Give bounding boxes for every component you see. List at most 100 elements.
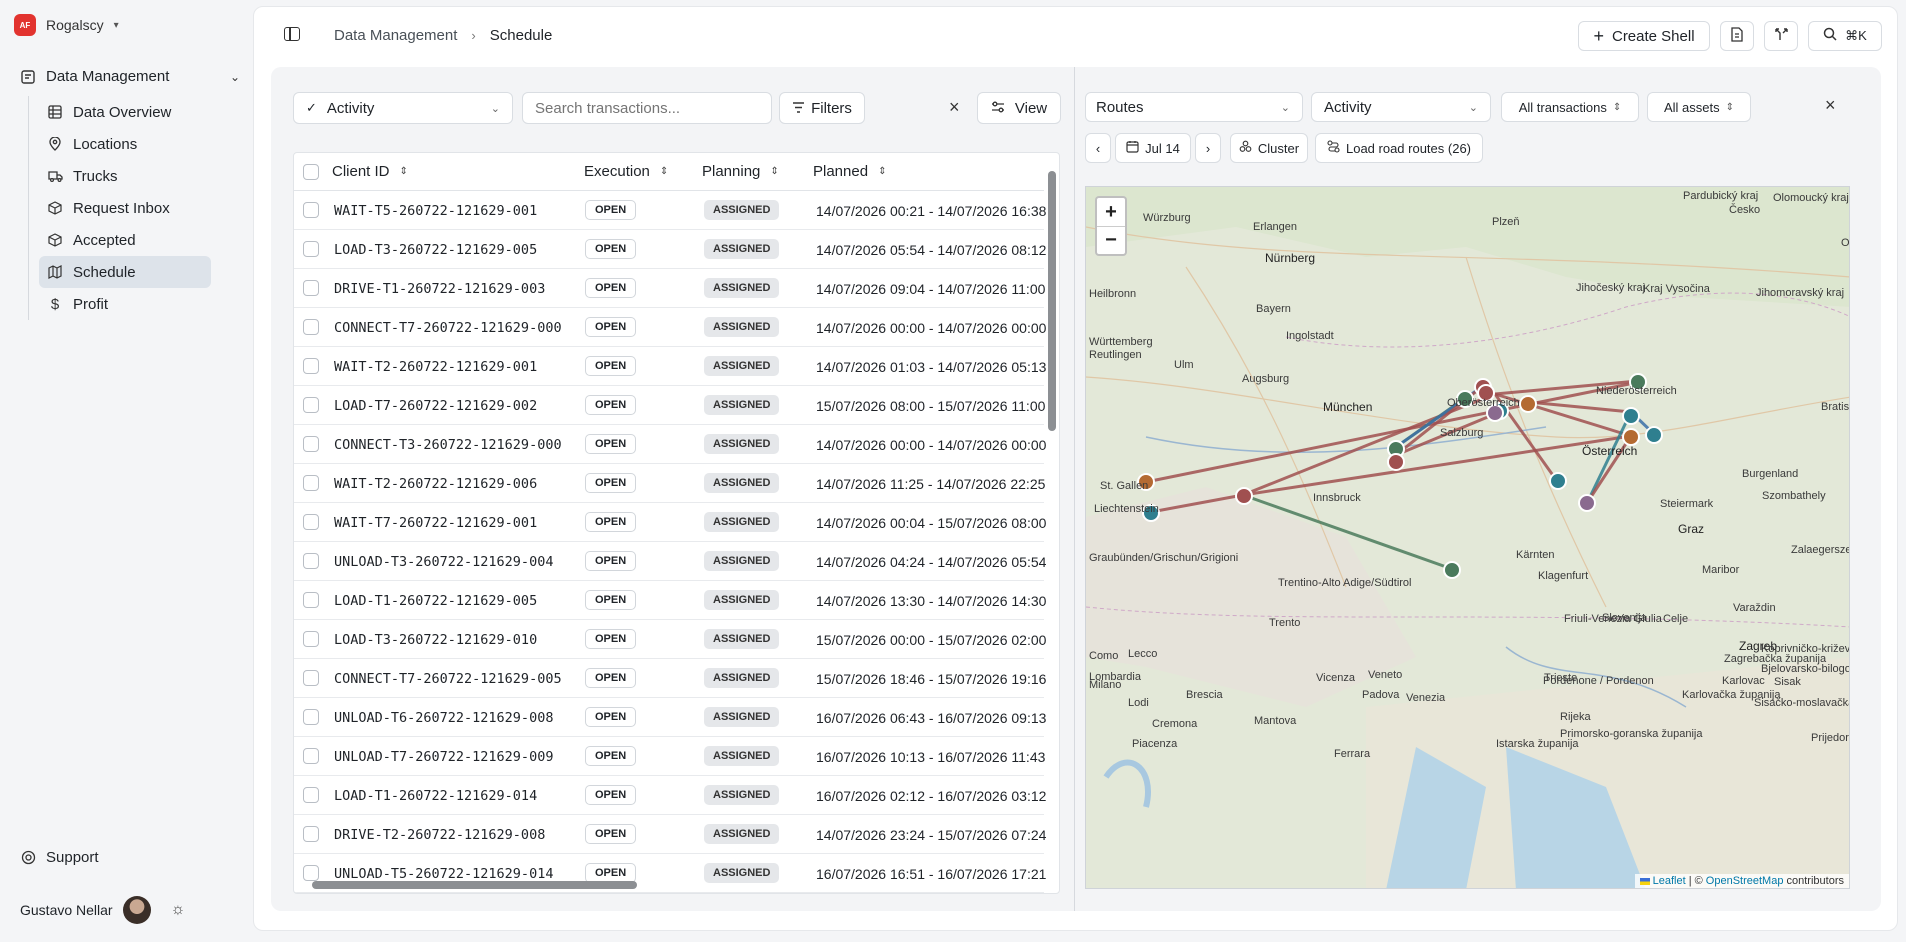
map-place-label: Zalaegerszeg (1791, 544, 1849, 556)
row-checkbox[interactable] (303, 553, 319, 569)
row-checkbox[interactable] (303, 202, 319, 218)
execution-badge: OPEN (585, 824, 637, 844)
next-date-button[interactable]: › (1195, 133, 1221, 163)
activity-filter-select[interactable]: Activity ⌄ (1311, 92, 1491, 122)
create-shell-button[interactable]: + Create Shell (1578, 21, 1710, 51)
sidebar-item-profit[interactable]: $ Profit (39, 288, 211, 320)
scroll-thumb[interactable] (1048, 171, 1056, 431)
map-place-label: Kraj Vysočina (1643, 283, 1710, 295)
map-marker[interactable] (1549, 472, 1567, 490)
sun-icon[interactable]: ☼ (171, 901, 186, 919)
row-checkbox[interactable] (303, 241, 319, 257)
leaflet-link[interactable]: Leaflet (1653, 875, 1686, 887)
row-checkbox[interactable] (303, 436, 319, 452)
table-row[interactable]: CONNECT-T3-260722-121629-000 OPEN ASSIGNED… (294, 425, 1046, 464)
table-row[interactable]: WAIT-T2-260722-121629-001 OPEN ASSIGNED 14/… (294, 347, 1046, 386)
table-row[interactable]: UNLOAD-T3-260722-121629-004 OPEN ASSIGNED 1… (294, 542, 1046, 581)
row-checkbox[interactable] (303, 319, 319, 335)
column-client-id[interactable]: Client ID ⇕ (332, 163, 408, 180)
table-row[interactable]: LOAD-T1-260722-121629-014 OPEN ASSIGNED 16/… (294, 776, 1046, 815)
sidebar-item-schedule[interactable]: Schedule (39, 256, 211, 288)
map-marker[interactable] (1235, 487, 1253, 505)
map-marker[interactable] (1443, 561, 1461, 579)
assets-filter[interactable]: All assets ⇕ (1647, 92, 1751, 122)
support-link[interactable]: Support (20, 849, 99, 866)
client-id-cell: LOAD-T1-260722-121629-014 (334, 788, 538, 804)
osm-link[interactable]: OpenStreetMap (1706, 875, 1784, 887)
filters-button[interactable]: Filters (779, 92, 865, 124)
map-marker[interactable] (1622, 407, 1640, 425)
map-place-label: Klagenfurt (1538, 570, 1589, 582)
row-checkbox[interactable] (303, 514, 319, 530)
select-all-checkbox[interactable] (303, 164, 319, 180)
table-row[interactable]: UNLOAD-T7-260722-121629-009 OPEN ASSIGNED 1… (294, 737, 1045, 776)
map-canvas[interactable] (1086, 187, 1850, 889)
top-bar: Data Management › Schedule + Create Shel… (254, 7, 1897, 67)
load-road-routes-button[interactable]: Load road routes (26) (1315, 133, 1483, 163)
prev-date-button[interactable]: ‹ (1085, 133, 1111, 163)
row-checkbox[interactable] (303, 826, 319, 842)
table-row[interactable]: LOAD-T7-260722-121629-002 OPEN ASSIGNED 15/… (294, 386, 1045, 425)
zoom-in-button[interactable]: + (1097, 198, 1125, 226)
row-checkbox[interactable] (303, 631, 319, 647)
column-planned[interactable]: Planned ⇕ (813, 163, 886, 180)
table-row[interactable]: WAIT-T2-260722-121629-006 OPEN ASSIGNED 14/… (294, 464, 1045, 503)
client-id-cell: UNLOAD-T6-260722-121629-008 (334, 710, 554, 726)
row-checkbox[interactable] (303, 475, 319, 491)
zoom-out-button[interactable]: − (1097, 226, 1125, 254)
row-checkbox[interactable] (303, 397, 319, 413)
document-button[interactable] (1720, 21, 1754, 51)
route-map[interactable]: Würzburg Erlangen Plzeň Nürnberg Heilbronn Če… (1085, 186, 1850, 889)
org-switcher[interactable]: AF Rogalscy ▾ (14, 14, 119, 36)
table-row[interactable]: WAIT-T5-260722-121629-001 OPEN ASSIGNED 14/… (294, 191, 1046, 230)
search-button[interactable]: ⌘K (1808, 21, 1882, 51)
vertical-scrollbar[interactable] (1047, 171, 1057, 861)
close-icon[interactable]: × (949, 97, 960, 118)
map-marker[interactable] (1519, 395, 1537, 413)
row-checkbox[interactable] (303, 787, 319, 803)
map-marker[interactable] (1622, 428, 1640, 446)
column-planning[interactable]: Planning ⇕ (702, 163, 779, 180)
cluster-button[interactable]: Cluster (1230, 133, 1308, 163)
close-map-icon[interactable]: × (1825, 95, 1836, 116)
planned-cell: 14/07/2026 05:54 - 14/07/2026 08:12 (816, 242, 1046, 258)
table-row[interactable]: LOAD-T3-260722-121629-005 OPEN ASSIGNED 14/… (294, 230, 1046, 269)
view-button[interactable]: View (977, 92, 1061, 124)
table-row[interactable]: CONNECT-T7-260722-121629-005 OPEN ASSIGNED… (294, 659, 1046, 698)
table-row[interactable]: DRIVE-T2-260722-121629-008 OPEN ASSIGNED 14… (294, 815, 1046, 854)
row-checkbox[interactable] (303, 709, 319, 725)
row-checkbox[interactable] (303, 748, 319, 764)
sidebar-item-data-overview[interactable]: Data Overview (39, 96, 211, 128)
search-input[interactable] (522, 92, 772, 124)
table-row[interactable]: DRIVE-T1-260722-121629-003 OPEN ASSIGNED 14… (294, 269, 1045, 308)
table-row[interactable]: WAIT-T7-260722-121629-001 OPEN ASSIGNED 14/… (294, 503, 1046, 542)
table-row[interactable]: LOAD-T1-260722-121629-005 OPEN ASSIGNED 14/… (294, 581, 1046, 620)
row-checkbox[interactable] (303, 280, 319, 296)
user-menu[interactable]: Gustavo Nellar ☼ (20, 896, 185, 924)
nav-group-data-management[interactable]: Data Management ⌄ (20, 68, 240, 85)
table-row[interactable]: UNLOAD-T6-260722-121629-008 OPEN ASSIGNED 1… (294, 698, 1046, 737)
column-execution[interactable]: Execution ⇕ (584, 163, 668, 180)
date-picker-button[interactable]: Jul 14 (1115, 133, 1191, 163)
row-checkbox[interactable] (303, 592, 319, 608)
activity-select[interactable]: ✓ Activity ⌄ (293, 92, 513, 124)
scroll-thumb[interactable] (312, 881, 637, 889)
routes-select[interactable]: Routes ⌄ (1085, 92, 1303, 122)
breadcrumb-data-management[interactable]: Data Management (334, 27, 457, 44)
horizontal-scrollbar[interactable] (298, 879, 1043, 891)
sidebar-item-locations[interactable]: Locations (39, 128, 211, 160)
row-checkbox[interactable] (303, 358, 319, 374)
git-merge-button[interactable] (1764, 21, 1798, 51)
sidebar-item-trucks[interactable]: Trucks (39, 160, 211, 192)
sidebar-item-request-inbox[interactable]: Request Inbox (39, 192, 211, 224)
map-marker[interactable] (1387, 453, 1405, 471)
map-marker[interactable] (1578, 494, 1596, 512)
map-marker[interactable] (1645, 426, 1663, 444)
table-row[interactable]: CONNECT-T7-260722-121629-000 OPEN ASSIGNED… (294, 308, 1046, 347)
sidebar-item-accepted[interactable]: Accepted (39, 224, 211, 256)
sidebar-toggle-icon[interactable] (284, 27, 300, 41)
row-checkbox[interactable] (303, 670, 319, 686)
sidebar-item-label: Request Inbox (73, 199, 170, 217)
table-row[interactable]: LOAD-T3-260722-121629-010 OPEN ASSIGNED 15/… (294, 620, 1046, 659)
transactions-filter[interactable]: All transactions ⇕ (1501, 92, 1639, 122)
